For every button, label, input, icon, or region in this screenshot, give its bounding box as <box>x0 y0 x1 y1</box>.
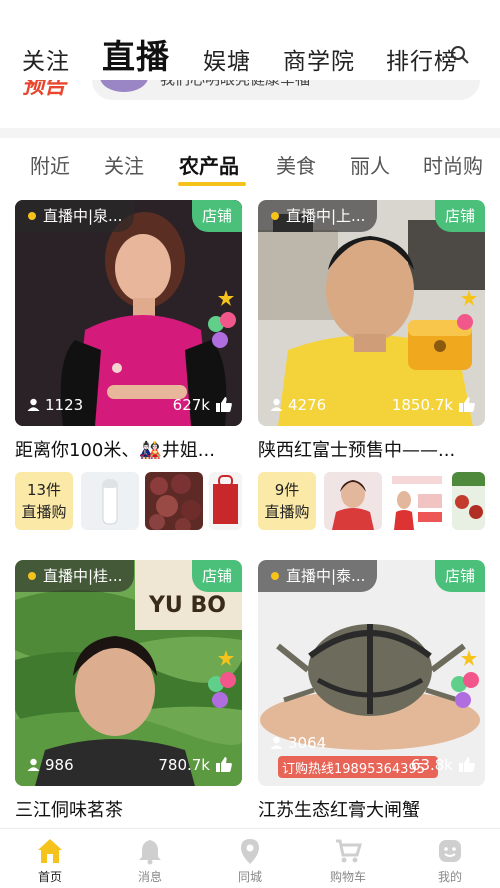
live-cover[interactable]: 直播中|泰... 店铺 订购热线19895364395 3064 63.8k <box>258 560 485 786</box>
home-icon <box>38 839 62 863</box>
thumbs-up-icon[interactable] <box>216 397 232 412</box>
floating-hearts-icon <box>451 650 479 708</box>
live-status-badge: 直播中|桂... <box>15 560 135 592</box>
bottom-tab-nearby[interactable]: 同城 <box>220 837 280 885</box>
viewer-count: 4276 <box>270 396 326 414</box>
floating-hearts-icon <box>208 650 236 708</box>
top-nav: 关注 直播 娱塘 商学院 排行榜 <box>0 0 500 80</box>
product-thumbnail[interactable] <box>81 472 139 530</box>
person-icon <box>270 736 283 749</box>
live-dot-icon <box>28 572 36 580</box>
viewer-count: 1123 <box>27 396 83 414</box>
viewer-count: 3064 <box>270 734 326 752</box>
live-title[interactable]: 江苏生态红膏大闸蟹 <box>258 796 485 822</box>
product-thumbnail[interactable] <box>452 472 485 530</box>
shop-button[interactable]: 店铺 <box>435 560 485 592</box>
shop-button[interactable]: 店铺 <box>435 200 485 232</box>
cart-icon <box>336 839 362 863</box>
like-count: 63.8k <box>411 756 475 774</box>
top-tab-ranking[interactable]: 排行榜 <box>386 42 458 76</box>
category-tab-follow[interactable]: 关注 <box>104 150 144 179</box>
bottom-tab-bar: 首页 消息 同城 购物车 我的 <box>0 828 500 888</box>
product-thumbnail[interactable] <box>209 472 242 530</box>
like-count: 780.7k <box>158 756 232 774</box>
product-thumbnail[interactable] <box>388 472 446 530</box>
person-icon <box>270 398 283 411</box>
category-tab-fashion[interactable]: 时尚购 <box>423 150 483 179</box>
thumbs-up-icon[interactable] <box>459 397 475 412</box>
live-card[interactable]: 直播中|泰... 店铺 订购热线19895364395 3064 63.8k 江… <box>258 560 485 822</box>
cover-brand-logo: YU BO <box>148 593 226 618</box>
bottom-tab-messages[interactable]: 消息 <box>120 837 180 885</box>
category-tab-food[interactable]: 美食 <box>276 150 316 179</box>
live-cover[interactable]: YU BO 直播中|桂... 店铺 986 780.7k <box>15 560 242 786</box>
category-tab-nearby[interactable]: 附近 <box>30 150 70 179</box>
bottom-tab-cart[interactable]: 购物车 <box>318 837 378 885</box>
active-tab-indicator <box>178 182 246 186</box>
top-tab-follow[interactable]: 关注 <box>22 42 70 76</box>
live-card[interactable]: 直播中|泉... 店铺 1123 627k 距离你100米、🎎井姐... 13件… <box>15 200 242 540</box>
live-status-badge: 直播中|泉... <box>15 200 135 232</box>
live-status-badge: 直播中|泰... <box>258 560 378 592</box>
like-count: 627k <box>173 396 232 414</box>
live-dot-icon <box>28 212 36 220</box>
search-icon[interactable] <box>450 45 470 65</box>
shop-button[interactable]: 店铺 <box>192 200 242 232</box>
product-count-button[interactable]: 13件 直播购 <box>15 472 73 530</box>
live-title[interactable]: 三江侗味茗茶 <box>15 796 242 822</box>
floating-hearts-icon <box>457 290 477 330</box>
live-card[interactable]: 直播中|上... 店铺 4276 1850.7k 陕西红富士预售中——... 9… <box>258 200 485 540</box>
bottom-tab-me[interactable]: 我的 <box>420 837 480 885</box>
top-tab-entertainment[interactable]: 娱塘 <box>203 42 251 76</box>
category-tab-beauty[interactable]: 丽人 <box>350 150 390 179</box>
live-dot-icon <box>271 212 279 220</box>
product-count-button[interactable]: 9件 直播购 <box>258 472 316 530</box>
thumbs-up-icon[interactable] <box>216 757 232 772</box>
live-cover[interactable]: 直播中|泉... 店铺 1123 627k <box>15 200 242 426</box>
product-thumbnail[interactable] <box>145 472 203 530</box>
live-card[interactable]: YU BO 直播中|桂... 店铺 986 780.7k 三江侗味茗茶 <box>15 560 242 822</box>
shop-button[interactable]: 店铺 <box>192 560 242 592</box>
product-strip: 9件 直播购 <box>258 472 485 530</box>
viewer-count: 986 <box>27 756 74 774</box>
hotline-banner: 订购热线19895364395 <box>282 762 425 777</box>
live-status-badge: 直播中|上... <box>258 200 378 232</box>
location-pin-icon <box>241 839 259 864</box>
live-title[interactable]: 陕西红富士预售中——... <box>258 436 485 462</box>
person-icon <box>27 758 40 771</box>
thumbs-up-icon[interactable] <box>459 757 475 772</box>
live-title[interactable]: 距离你100米、🎎井姐... <box>15 436 242 462</box>
top-tab-live[interactable]: 直播 <box>102 30 170 78</box>
floating-hearts-icon <box>208 290 236 348</box>
like-count: 1850.7k <box>392 396 475 414</box>
person-icon <box>27 398 40 411</box>
face-icon <box>439 840 461 862</box>
bell-icon <box>139 840 161 865</box>
category-tab-agriculture[interactable]: 农产品 <box>179 150 239 179</box>
product-strip: 13件 直播购 <box>15 472 242 530</box>
product-thumbnail[interactable] <box>324 472 382 530</box>
section-divider <box>0 128 500 138</box>
bottom-tab-home[interactable]: 首页 <box>20 837 80 885</box>
live-dot-icon <box>271 572 279 580</box>
top-tab-business-school[interactable]: 商学院 <box>283 42 355 76</box>
live-cover[interactable]: 直播中|上... 店铺 4276 1850.7k <box>258 200 485 426</box>
category-tabs: 附近 关注 农产品 美食 丽人 时尚购 <box>0 138 500 190</box>
